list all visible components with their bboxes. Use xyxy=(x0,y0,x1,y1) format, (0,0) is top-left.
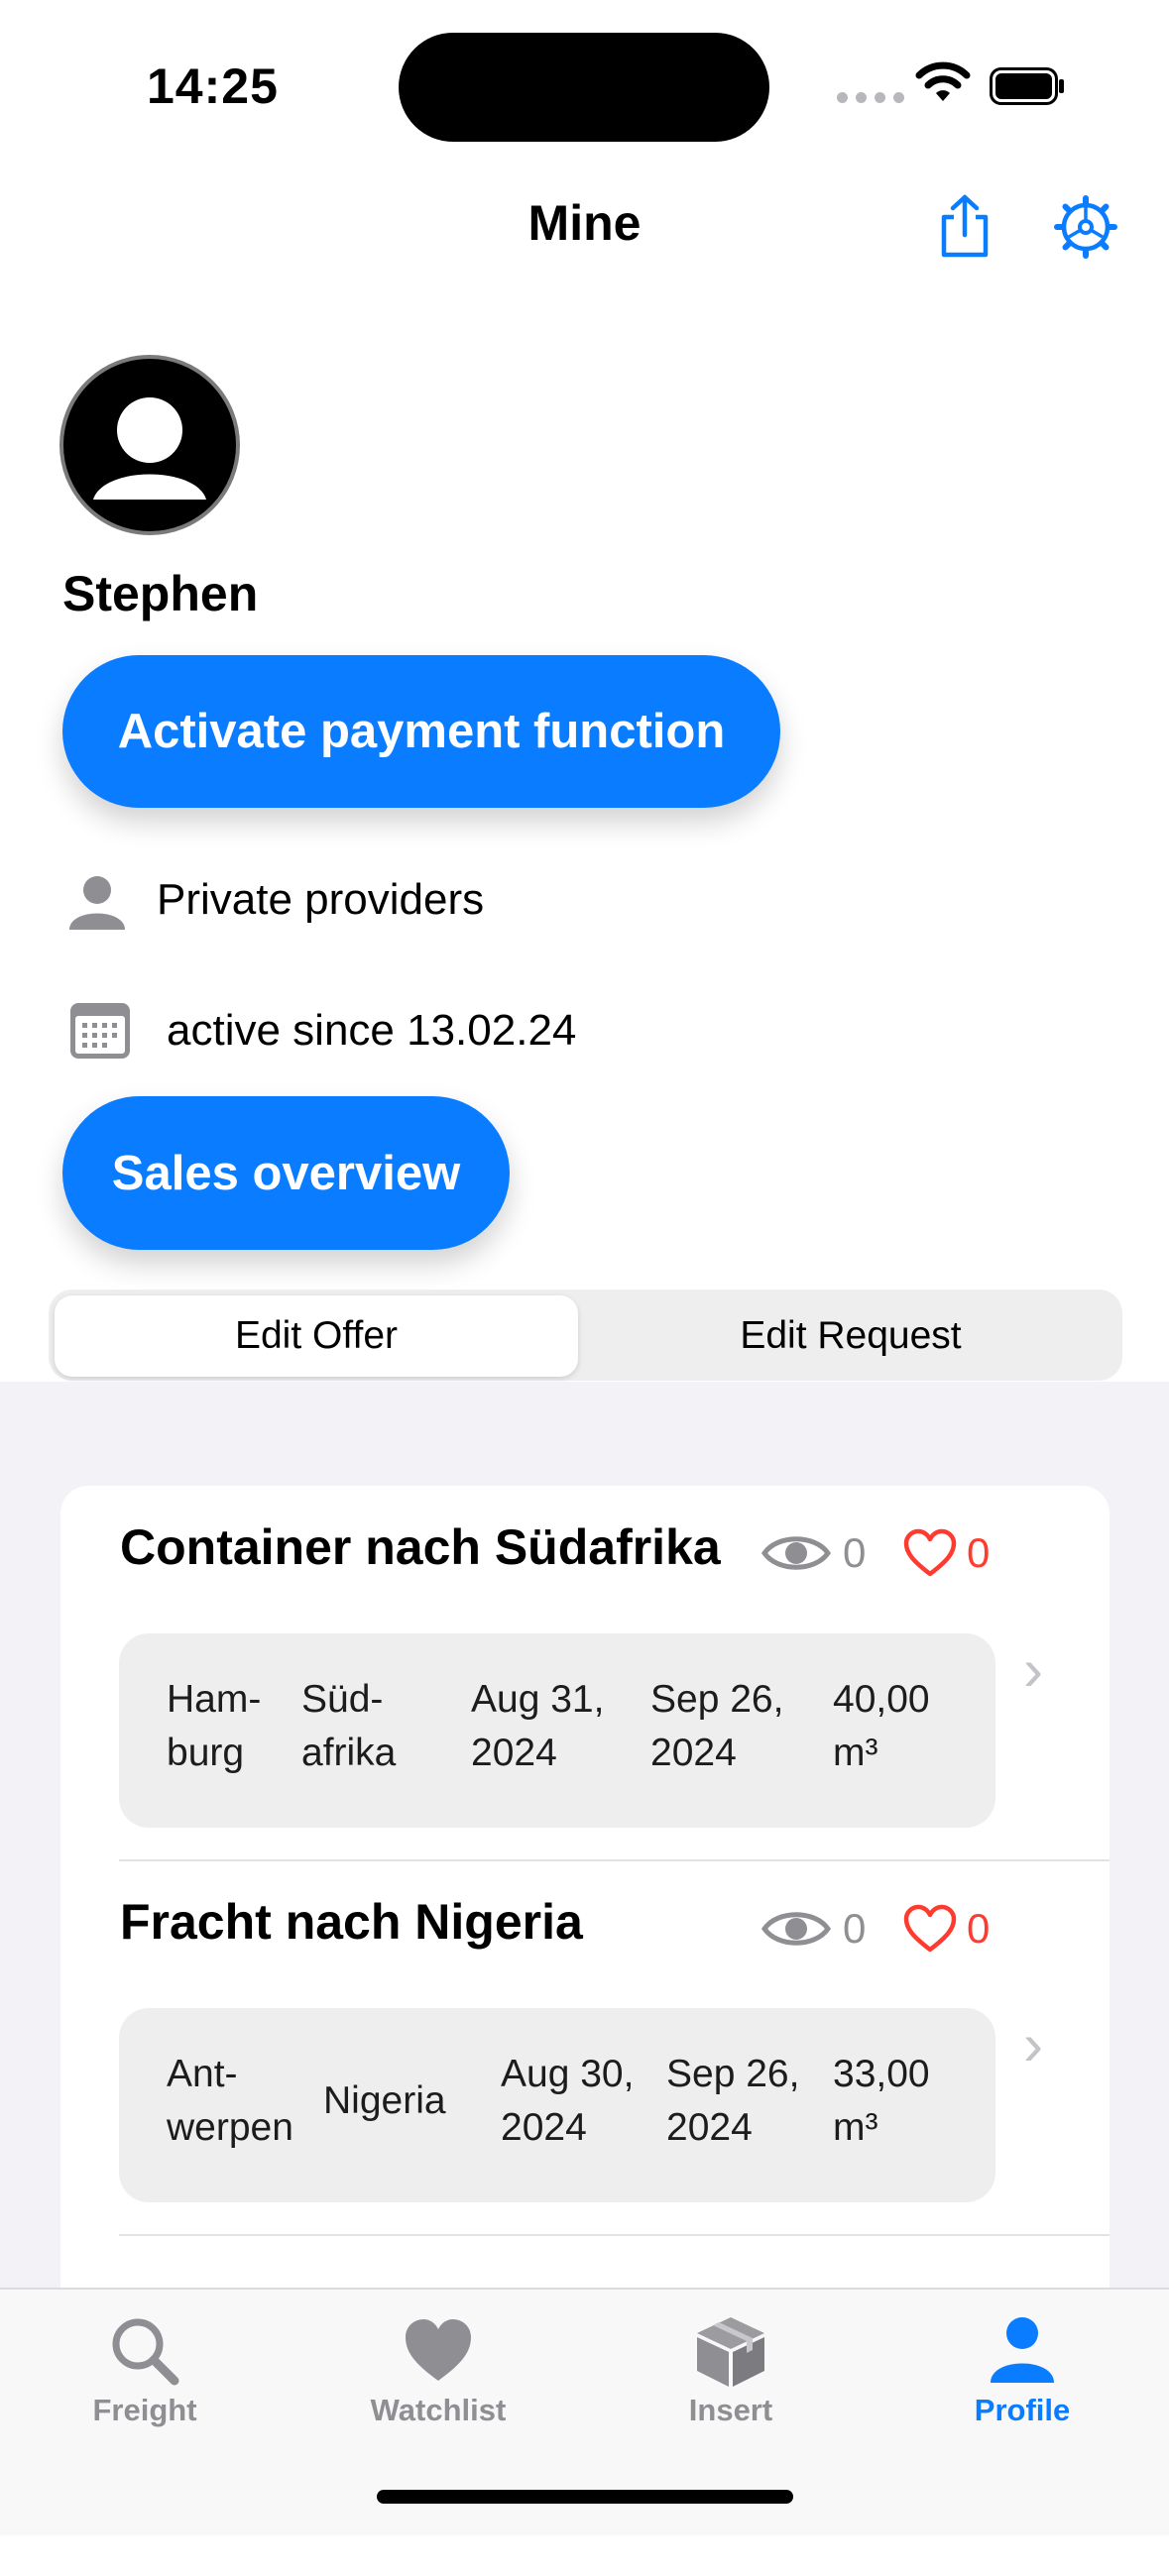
calendar-icon xyxy=(70,1003,130,1059)
row-separator xyxy=(119,2234,1110,2236)
heart-outline-icon xyxy=(903,1528,957,1577)
tab-label: Insert xyxy=(688,2393,773,2427)
avatar-person-icon xyxy=(93,397,206,500)
user-name: Stephen xyxy=(62,566,259,621)
destination: Süd-afrika xyxy=(301,1678,397,1774)
tab-freight[interactable]: Freight xyxy=(26,2313,264,2428)
chevron-right-icon[interactable]: › xyxy=(1023,1635,1043,1704)
tab-label: Freight xyxy=(92,2393,197,2427)
tab-profile[interactable]: Profile xyxy=(903,2313,1141,2428)
offer-details-box[interactable]: Ham-burg Süd-afrika Aug 31, 2024 Sep 26, 2… xyxy=(119,1633,995,1828)
tab-label: Profile xyxy=(974,2393,1071,2427)
offer-title: Container nach Südafrika xyxy=(120,1519,721,1575)
volume: 40,00 m³ xyxy=(833,1678,930,1774)
heart-outline-icon xyxy=(903,1904,957,1953)
status-time: 14:25 xyxy=(147,58,279,114)
dynamic-island xyxy=(399,33,769,142)
destination: Nigeria xyxy=(323,2079,446,2122)
activate-payment-button[interactable]: Activate payment function xyxy=(62,655,780,808)
view-count-value: 0 xyxy=(843,1905,867,1952)
view-count: 0 xyxy=(761,1529,866,1577)
cellular-signal-icon xyxy=(837,92,904,103)
person-icon xyxy=(991,2317,1054,2383)
tab-edit-offer[interactable]: Edit Offer xyxy=(55,1295,578,1377)
person-icon xyxy=(69,876,125,930)
share-icon[interactable] xyxy=(936,193,994,261)
like-count: 0 xyxy=(903,1904,990,1954)
tab-watchlist[interactable]: Watchlist xyxy=(319,2313,557,2428)
volume: 33,00 m³ xyxy=(833,2053,930,2149)
tab-insert[interactable]: Insert xyxy=(612,2313,850,2428)
gear-icon[interactable] xyxy=(1054,195,1117,259)
tab-label: Watchlist xyxy=(370,2393,507,2427)
view-count-value: 0 xyxy=(843,1529,867,1576)
battery-icon xyxy=(990,67,1064,105)
box-icon xyxy=(697,2317,764,2387)
row-separator xyxy=(119,1859,1110,1861)
origin-city: Ham-burg xyxy=(167,1678,262,1774)
page-title: Mine xyxy=(527,195,642,251)
active-since: active since 13.02.24 xyxy=(167,1006,577,1055)
sales-overview-button[interactable]: Sales overview xyxy=(62,1096,510,1250)
wifi-icon xyxy=(915,61,971,101)
eye-icon xyxy=(761,1536,831,1570)
avatar[interactable] xyxy=(59,355,240,535)
start-date: Aug 30, 2024 xyxy=(501,2053,635,2149)
offer-details-box[interactable]: Ant-werpen Nigeria Aug 30, 2024 Sep 26, 20… xyxy=(119,2008,995,2202)
like-count-value: 0 xyxy=(967,1905,991,1952)
view-count: 0 xyxy=(761,1905,866,1953)
tab-edit-request[interactable]: Edit Request xyxy=(589,1295,1112,1377)
magnifier-icon xyxy=(112,2318,179,2386)
start-date: Aug 31, 2024 xyxy=(471,1678,605,1774)
end-date: Sep 26, 2024 xyxy=(650,1678,784,1774)
eye-icon xyxy=(761,1912,831,1946)
offer-title: Fracht nach Nigeria xyxy=(120,1894,583,1950)
provider-type: Private providers xyxy=(157,875,485,924)
offer-request-segmented-control: Edit Offer Edit Request xyxy=(49,1289,1122,1381)
heart-icon xyxy=(406,2319,471,2381)
end-date: Sep 26, 2024 xyxy=(666,2053,800,2149)
like-count: 0 xyxy=(903,1528,990,1578)
home-indicator xyxy=(377,2490,793,2504)
chevron-right-icon[interactable]: › xyxy=(1023,2010,1043,2078)
origin-city: Ant-werpen xyxy=(167,2053,293,2149)
like-count-value: 0 xyxy=(967,1529,991,1576)
